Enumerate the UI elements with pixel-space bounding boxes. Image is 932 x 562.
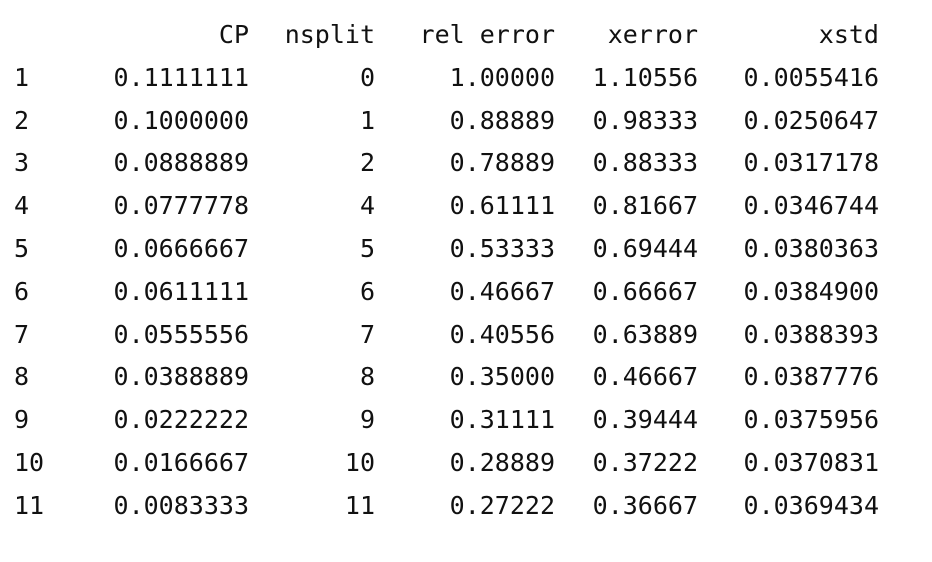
table-row: 10 0.0166667 10 0.28889 0.37222 0.037083… <box>14 442 879 485</box>
rel-error-value: 0.35000 <box>449 362 555 392</box>
xstd-value: 0.0317178 <box>743 148 879 178</box>
nsplit-value: 2 <box>359 148 375 178</box>
table-row: 7 0.0555556 7 0.40556 0.63889 0.0388393 <box>14 314 879 357</box>
nsplit-value: 9 <box>359 405 375 435</box>
nsplit-value: 8 <box>359 362 375 392</box>
table-row: 2 0.1000000 1 0.88889 0.98333 0.0250647 <box>14 100 879 143</box>
xerror-value: 0.63889 <box>592 319 698 349</box>
cp-value: 0.0555556 <box>113 319 249 349</box>
cp-value: 0.1111111 <box>113 62 249 92</box>
table-row: 4 0.0777778 4 0.61111 0.81667 0.0346744 <box>14 185 879 228</box>
table-row: 9 0.0222222 9 0.31111 0.39444 0.0375956 <box>14 399 879 442</box>
header-rel-error: rel error <box>419 20 555 49</box>
row-index: 11 <box>14 490 45 520</box>
rel-error-value: 0.61111 <box>449 191 555 221</box>
cp-value: 0.0888889 <box>113 148 249 178</box>
row-index: 10 <box>14 447 45 477</box>
cp-table: CP nsplit rel error xerror xstd 1 0.1111… <box>14 14 879 528</box>
nsplit-value: 11 <box>344 490 375 520</box>
nsplit-value: 7 <box>359 319 375 349</box>
xerror-value: 0.69444 <box>592 233 698 263</box>
rel-error-value: 0.40556 <box>449 319 555 349</box>
xerror-value: 0.39444 <box>592 405 698 435</box>
header-xerror: xerror <box>607 20 698 49</box>
row-index: 6 <box>14 276 30 306</box>
xerror-value: 0.36667 <box>592 490 698 520</box>
xstd-value: 0.0388393 <box>743 319 879 349</box>
table-header: CP nsplit rel error xerror xstd <box>14 14 879 57</box>
table-row: 11 0.0083333 11 0.27222 0.36667 0.036943… <box>14 485 879 528</box>
table-body: 1 0.1111111 0 1.00000 1.10556 0.0055416 … <box>14 57 879 528</box>
xstd-value: 0.0346744 <box>743 191 879 221</box>
rel-error-value: 0.53333 <box>449 233 555 263</box>
xstd-value: 0.0370831 <box>743 447 879 477</box>
table-row: 5 0.0666667 5 0.53333 0.69444 0.0380363 <box>14 228 879 271</box>
xerror-value: 0.98333 <box>592 105 698 135</box>
row-index: 7 <box>14 319 30 349</box>
nsplit-value: 1 <box>359 105 375 135</box>
rel-error-value: 0.28889 <box>449 447 555 477</box>
xerror-value: 0.88333 <box>592 148 698 178</box>
rel-error-value: 0.46667 <box>449 276 555 306</box>
cp-value: 0.0222222 <box>113 405 249 435</box>
cp-value: 0.0388889 <box>113 362 249 392</box>
rel-error-value: 0.88889 <box>449 105 555 135</box>
nsplit-value: 6 <box>359 276 375 306</box>
cp-value: 0.0166667 <box>113 447 249 477</box>
table-row: 8 0.0388889 8 0.35000 0.46667 0.0387776 <box>14 356 879 399</box>
header-row: CP nsplit rel error xerror xstd <box>14 14 879 57</box>
rel-error-value: 0.31111 <box>449 405 555 435</box>
cp-value: 0.1000000 <box>113 105 249 135</box>
header-nsplit: nsplit <box>284 20 375 49</box>
xstd-value: 0.0250647 <box>743 105 879 135</box>
rel-error-value: 0.27222 <box>449 490 555 520</box>
xstd-value: 0.0384900 <box>743 276 879 306</box>
table-row: 1 0.1111111 0 1.00000 1.10556 0.0055416 <box>14 57 879 100</box>
row-index: 4 <box>14 191 30 221</box>
cp-value: 0.0666667 <box>113 233 249 263</box>
cp-value: 0.0777778 <box>113 191 249 221</box>
row-index: 5 <box>14 233 30 263</box>
header-xstd: xstd <box>818 20 879 49</box>
nsplit-value: 5 <box>359 233 375 263</box>
cp-value: 0.0083333 <box>113 490 249 520</box>
row-index: 1 <box>14 62 30 92</box>
xstd-value: 0.0387776 <box>743 362 879 392</box>
xstd-value: 0.0055416 <box>743 62 879 92</box>
xerror-value: 0.37222 <box>592 447 698 477</box>
xstd-value: 0.0369434 <box>743 490 879 520</box>
row-index: 3 <box>14 148 30 178</box>
nsplit-value: 4 <box>359 191 375 221</box>
xstd-value: 0.0380363 <box>743 233 879 263</box>
nsplit-value: 0 <box>359 62 375 92</box>
rel-error-value: 1.00000 <box>449 62 555 92</box>
xstd-value: 0.0375956 <box>743 405 879 435</box>
table-row: 3 0.0888889 2 0.78889 0.88333 0.0317178 <box>14 142 879 185</box>
xerror-value: 0.46667 <box>592 362 698 392</box>
xerror-value: 0.66667 <box>592 276 698 306</box>
cp-value: 0.0611111 <box>113 276 249 306</box>
page: { "table": { "headers": ["", "CP", "nspl… <box>0 0 932 562</box>
row-index: 2 <box>14 105 30 135</box>
header-row-index <box>14 14 64 57</box>
header-cp: CP <box>218 20 249 49</box>
xerror-value: 0.81667 <box>592 191 698 221</box>
nsplit-value: 10 <box>344 447 375 477</box>
table-row: 6 0.0611111 6 0.46667 0.66667 0.0384900 <box>14 271 879 314</box>
row-index: 9 <box>14 405 30 435</box>
xerror-value: 1.10556 <box>592 62 698 92</box>
rel-error-value: 0.78889 <box>449 148 555 178</box>
row-index: 8 <box>14 362 30 392</box>
